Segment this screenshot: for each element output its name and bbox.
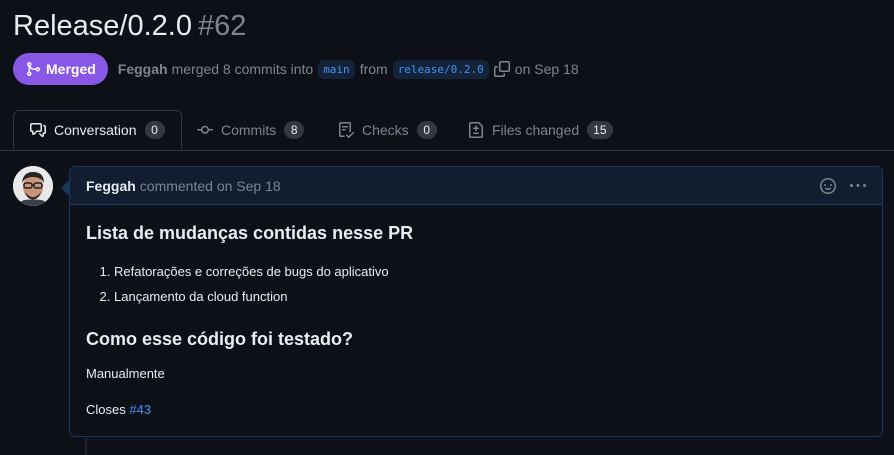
- head-branch-link[interactable]: release/0.2.0: [392, 59, 489, 79]
- comment-author[interactable]: Feggah: [86, 178, 136, 194]
- git-merge-icon: [25, 61, 41, 77]
- avatar[interactable]: [13, 166, 53, 206]
- comment-discussion-icon: [30, 122, 46, 138]
- tab-commits-count: 8: [284, 121, 305, 139]
- timeline-line: [85, 438, 87, 455]
- comment-meta[interactable]: commented on Sep 18: [140, 178, 281, 194]
- pr-title: Release/0.2.0: [13, 10, 192, 42]
- list-item: Lançamento da cloud function: [114, 284, 866, 309]
- tab-commits[interactable]: Commits 8: [197, 110, 305, 150]
- comment-pointer: [61, 180, 69, 196]
- comment-actions: [820, 177, 866, 194]
- tab-files-changed[interactable]: Files changed 15: [468, 110, 613, 150]
- commit-icon: [197, 122, 213, 138]
- tab-conversation-count: 0: [144, 121, 165, 139]
- tab-files-changed-count: 15: [587, 121, 613, 139]
- tab-conversation-label: Conversation: [54, 122, 137, 138]
- from-text: from: [359, 61, 388, 77]
- closes-line: Closes #43: [86, 401, 866, 419]
- testing-paragraph: Manualmente: [86, 366, 165, 381]
- changes-list: Refatorações e correções de bugs do apli…: [86, 259, 866, 309]
- pr-title-row: Release/0.2.0 #62: [13, 6, 246, 46]
- tab-checks-label: Checks: [362, 122, 409, 138]
- pr-author-link[interactable]: Feggah: [118, 61, 168, 77]
- comment-box: Feggah commented on Sep 18 Lista de muda…: [69, 166, 883, 437]
- tab-files-changed-label: Files changed: [492, 122, 580, 138]
- comment-header: Feggah commented on Sep 18: [70, 167, 882, 205]
- copy-icon[interactable]: [493, 61, 510, 77]
- pr-meta-row: Merged Feggah merged 8 commits into main…: [13, 53, 584, 85]
- issue-link[interactable]: #43: [129, 402, 151, 417]
- merged-badge: Merged: [13, 53, 108, 85]
- merged-label: Merged: [46, 61, 96, 77]
- pull-request-page: Release/0.2.0 #62 Merged Feggah merged 8 …: [0, 0, 894, 455]
- tab-checks[interactable]: Checks 0: [338, 110, 437, 150]
- merged-text: merged 8 commits into: [171, 61, 314, 77]
- tab-conversation[interactable]: Conversation 0: [13, 110, 182, 150]
- pr-number: #62: [197, 10, 247, 42]
- tab-checks-count: 0: [416, 121, 437, 139]
- closes-label: Closes: [86, 402, 126, 417]
- smiley-icon[interactable]: [820, 177, 836, 194]
- tab-commits-label: Commits: [221, 122, 277, 138]
- merge-date: on Sep 18: [514, 61, 579, 77]
- list-item: Refatorações e correções de bugs do apli…: [114, 259, 866, 284]
- checklist-icon: [338, 122, 354, 138]
- comment-heading-testing: Como esse código foi testado?: [86, 329, 354, 349]
- base-branch-link[interactable]: main: [318, 59, 355, 79]
- file-diff-icon: [468, 122, 484, 138]
- pr-tabs: Conversation 0 Commits 8 Checks 0 Files …: [0, 110, 894, 151]
- comment-heading-changes: Lista de mudanças contidas nesse PR: [86, 223, 414, 243]
- comment-body: Lista de mudanças contidas nesse PR Refa…: [70, 205, 882, 453]
- kebab-horizontal-icon[interactable]: [850, 178, 866, 194]
